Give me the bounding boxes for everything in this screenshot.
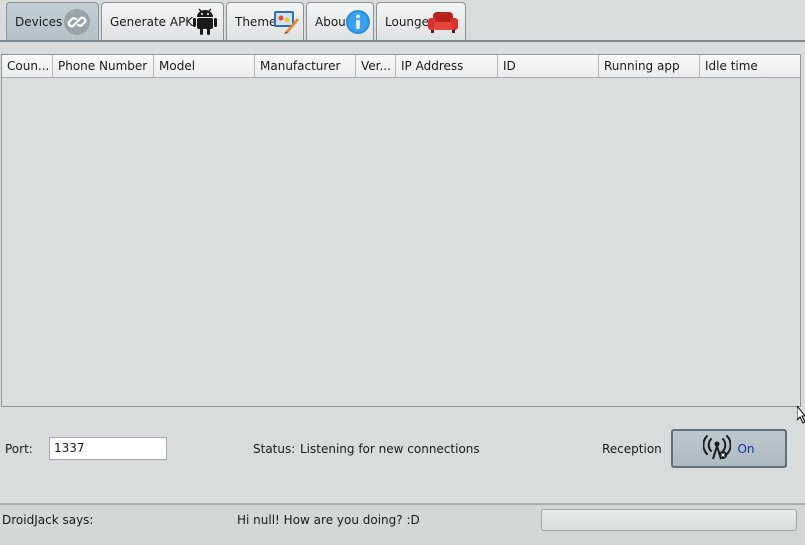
status-value: Listening for new connections: [300, 442, 480, 456]
tab-devices[interactable]: Devices: [6, 2, 99, 40]
column-id[interactable]: ID: [498, 55, 599, 77]
port-label: Port:: [5, 442, 33, 456]
progress-bar: [541, 509, 797, 531]
android-icon: [193, 8, 217, 39]
mouse-cursor-icon: [796, 404, 805, 429]
tab-lounge-label: Lounge: [385, 14, 430, 29]
info-icon: [345, 9, 371, 38]
antenna-icon: [702, 434, 733, 463]
greeting-message: Hi null! How are you doing? :D: [237, 513, 420, 527]
column-running-app[interactable]: Running app: [599, 55, 700, 77]
column-country[interactable]: Coun...: [2, 55, 53, 77]
tab-about[interactable]: About: [306, 2, 374, 40]
status-label: Status:: [253, 442, 296, 456]
table-header: Coun... Phone Number Model Manufacturer …: [2, 55, 800, 78]
column-ip-address[interactable]: IP Address: [396, 55, 498, 77]
column-idle-time[interactable]: Idle time: [700, 55, 800, 77]
reception-label: Reception: [602, 442, 662, 456]
column-version[interactable]: Ver...: [356, 55, 396, 77]
tab-generate-apk[interactable]: Generate APK: [101, 2, 224, 40]
column-model[interactable]: Model: [154, 55, 255, 77]
droidjack-says-label: DroidJack says:: [2, 513, 94, 527]
tab-devices-label: Devices: [15, 14, 63, 29]
sofa-icon: [427, 9, 459, 38]
port-field[interactable]: 1337: [49, 437, 167, 460]
tab-bar: Devices Generate APK Theme About Lounge: [0, 0, 805, 42]
tab-lounge[interactable]: Lounge: [376, 2, 466, 40]
tab-generate-apk-label: Generate APK: [110, 14, 194, 29]
column-manufacturer[interactable]: Manufacturer: [255, 55, 356, 77]
link-icon: [63, 8, 91, 39]
devices-table[interactable]: Coun... Phone Number Model Manufacturer …: [1, 54, 801, 407]
reception-toggle-button[interactable]: On: [671, 429, 787, 468]
palette-icon: [272, 9, 300, 38]
tab-theme-label: Theme: [235, 14, 277, 29]
column-phone-number[interactable]: Phone Number: [53, 55, 154, 77]
tab-theme[interactable]: Theme: [226, 2, 304, 40]
tab-separator: [0, 40, 805, 42]
reception-button-label: On: [737, 441, 755, 456]
